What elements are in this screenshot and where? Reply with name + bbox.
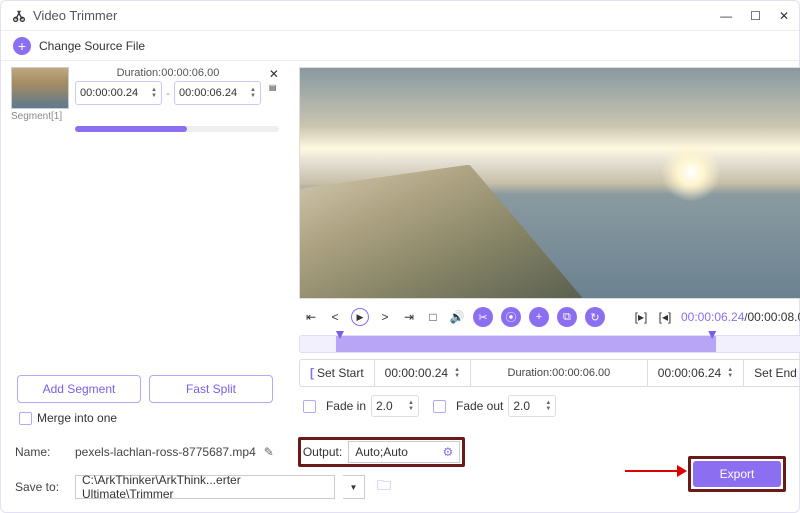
play-icon[interactable]: ▶ [351, 308, 369, 326]
app-logo-icon [11, 8, 27, 24]
video-preview[interactable] [299, 67, 800, 299]
save-to-label: Save to: [15, 480, 67, 494]
toolbar: + Change Source File [1, 31, 799, 61]
range-end-value[interactable]: 00:00:06.24▲▼ [648, 366, 743, 380]
next-frame-icon[interactable]: > [377, 310, 393, 324]
stepper-down-icon[interactable]: ▼ [250, 93, 256, 99]
fade-in-label: Fade in [326, 399, 366, 413]
camera-icon[interactable]: ⦿ [501, 307, 521, 327]
segment-name: Segment[1] [11, 111, 279, 122]
output-format-input[interactable]: Auto;Auto ⚙ [348, 441, 460, 463]
minimize-icon[interactable]: — [720, 9, 732, 23]
segment-thumbnail[interactable] [11, 67, 69, 109]
segment-menu-icon[interactable]: ▤ [269, 83, 279, 92]
save-path-dropdown[interactable]: ▼ [343, 475, 365, 499]
segment-progress[interactable] [75, 126, 279, 132]
name-label: Name: [15, 445, 67, 459]
segment-duration: Duration:00:00:06.00 [75, 67, 261, 79]
maximize-icon[interactable]: ☐ [750, 9, 761, 23]
timeline[interactable] [299, 335, 800, 353]
add-source-button[interactable]: + [13, 37, 31, 55]
close-icon[interactable]: ✕ [779, 9, 789, 23]
skip-end-icon[interactable]: ⇥ [401, 310, 417, 324]
set-start-button[interactable]: [Set Start [300, 366, 374, 380]
snapshot-icon[interactable]: ✂ [473, 307, 493, 327]
file-name: pexels-lachlan-ross-8775687.mp4 [75, 445, 256, 459]
output-label: Output: [303, 445, 342, 459]
export-button[interactable]: Export [693, 461, 781, 487]
range-duration: Duration:00:00:06.00 [471, 367, 647, 379]
segment-end-input[interactable]: ▲▼ [174, 81, 261, 105]
stepper-down-icon[interactable]: ▼ [151, 93, 157, 99]
output-highlight: Output: Auto;Auto ⚙ [298, 437, 465, 467]
fade-in-input[interactable]: 2.0▲▼ [371, 395, 419, 417]
skip-start-icon[interactable]: ⇤ [303, 310, 319, 324]
prev-frame-icon[interactable]: < [327, 310, 343, 324]
player-timecode: 00:00:06.24/00:00:08.02 [681, 310, 800, 324]
range-start-value[interactable]: 00:00:00.24▲▼ [375, 366, 470, 380]
add-icon[interactable]: + [529, 307, 549, 327]
fade-in-checkbox[interactable] [303, 400, 316, 413]
change-source-label[interactable]: Change Source File [39, 39, 145, 53]
player-controls: ⇤ < ▶ > ⇥ □ 🔊 ✂ ⦿ + ⧉ ↻ [▸] [◂] 00:00:06… [299, 299, 800, 335]
app-title: Video Trimmer [33, 8, 117, 23]
export-highlight: Export [688, 456, 786, 492]
gear-icon[interactable]: ⚙ [442, 445, 453, 459]
fade-out-label: Fade out [456, 399, 503, 413]
merge-label: Merge into one [37, 411, 117, 425]
volume-icon[interactable]: 🔊 [449, 310, 465, 324]
segment-start-input[interactable]: ▲▼ [75, 81, 162, 105]
add-segment-button[interactable]: Add Segment [17, 375, 141, 403]
range-dash: - [166, 86, 170, 100]
range-controls: [Set Start 00:00:00.24▲▼ Duration:00:00:… [299, 359, 800, 387]
stop-icon[interactable]: □ [425, 310, 441, 324]
edit-name-icon[interactable]: ✎ [264, 445, 274, 459]
fade-out-checkbox[interactable] [433, 400, 446, 413]
mark-in-icon[interactable]: [▸] [633, 310, 649, 324]
set-end-button[interactable]: Set End] [744, 366, 800, 380]
fast-split-button[interactable]: Fast Split [149, 375, 273, 403]
copy-icon[interactable]: ⧉ [557, 307, 577, 327]
mark-out-icon[interactable]: [◂] [657, 310, 673, 324]
title-bar: Video Trimmer — ☐ ✕ [1, 1, 799, 31]
segment-remove-icon[interactable]: ✕ [269, 67, 279, 81]
annotation-arrow [625, 470, 685, 472]
merge-checkbox[interactable] [19, 412, 32, 425]
open-folder-icon[interactable]: 🗀 [377, 475, 391, 499]
refresh-icon[interactable]: ↻ [585, 307, 605, 327]
fade-out-input[interactable]: 2.0▲▼ [508, 395, 556, 417]
segment-panel: Duration:00:00:06.00 ▲▼ - ▲▼ ✕ ▤ [1, 61, 289, 431]
save-path-input[interactable]: C:\ArkThinker\ArkThink...erter Ultimate\… [75, 475, 335, 499]
